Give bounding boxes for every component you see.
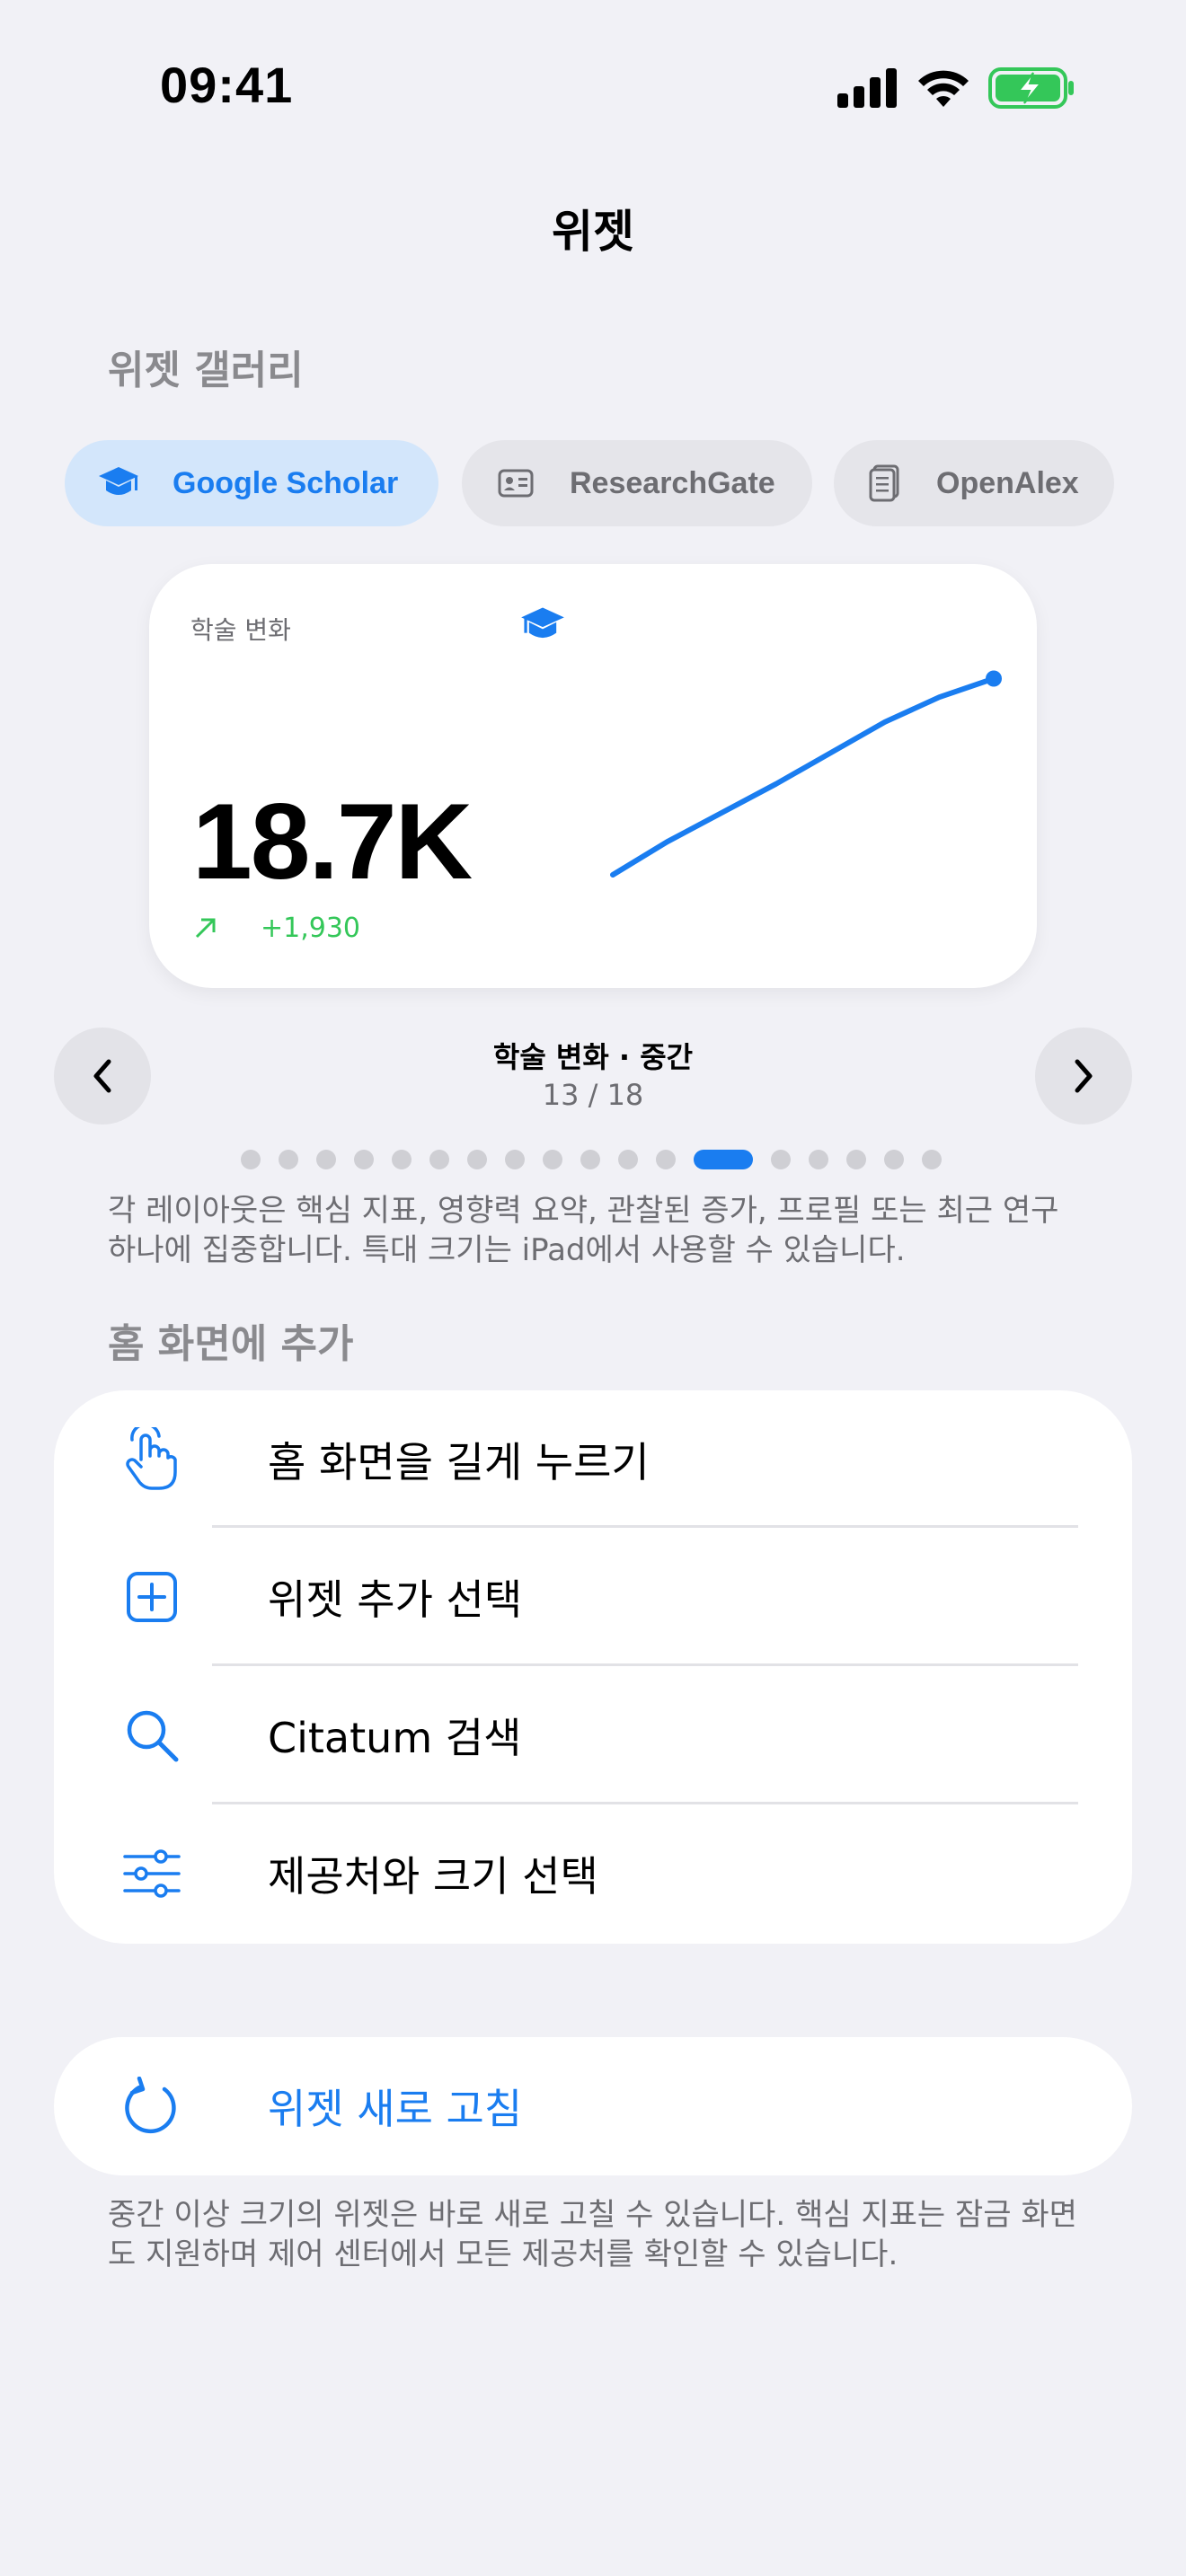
page-dot[interactable]: [279, 1150, 298, 1169]
page-indicator[interactable]: [241, 1150, 942, 1169]
hand-tap-icon: [111, 1427, 192, 1492]
page-dot[interactable]: [809, 1150, 828, 1169]
layout-title: 학술 변화 · 중간: [492, 1040, 694, 1074]
page-dot[interactable]: [771, 1150, 791, 1169]
step-label: 위젯 추가 선택: [268, 1575, 523, 1624]
graduation-cap-icon: [519, 604, 566, 650]
document-icon: [863, 462, 906, 505]
search-icon: [111, 1707, 192, 1763]
status-time: 09:41: [160, 57, 294, 113]
page-dot[interactable]: [922, 1150, 942, 1169]
widget-label: 학술 변화: [190, 615, 291, 645]
step-long-press: 홈 화면을 길게 누르기: [54, 1390, 1132, 1529]
step-choose-provider: 제공처와 크기 선택: [54, 1804, 1132, 1943]
layout-count: 13 / 18: [542, 1078, 644, 1112]
trend-endpoint: [986, 670, 1002, 687]
refresh-label: 위젯 새로 고침: [268, 2085, 523, 2133]
page-dot-active[interactable]: [694, 1150, 753, 1169]
step-search: Citatum 검색: [54, 1666, 1132, 1804]
refresh-icon: [111, 2077, 192, 2136]
step-label: 홈 화면을 길게 누르기: [268, 1438, 650, 1486]
refresh-widgets-button[interactable]: 위젯 새로 고침: [54, 2037, 1132, 2175]
provider-chip-label: OpenAlex: [936, 465, 1079, 500]
step-label: 제공처와 크기 선택: [268, 1852, 598, 1901]
refresh-footnote: 중간 이상 크기의 위젯은 바로 새로 고칠 수 있습니다. 핵심 지표는 잠금…: [108, 2197, 1077, 2272]
page-title: 위젯: [552, 206, 634, 258]
trend-line: [610, 675, 996, 878]
widget-delta: +1,930: [261, 913, 361, 944]
cellular-signal-icon: [837, 68, 897, 108]
page-dot[interactable]: [505, 1150, 525, 1169]
plus-square-icon: [111, 1570, 192, 1624]
provider-chip-openalex[interactable]: OpenAlex: [834, 440, 1114, 526]
page-dot[interactable]: [316, 1150, 336, 1169]
graduation-cap-icon: [97, 462, 140, 505]
provider-chip-label: Google Scholar: [173, 465, 399, 500]
arrow-up-right-icon: [192, 914, 219, 945]
provider-chip-label: ResearchGate: [570, 465, 775, 500]
page-dot[interactable]: [846, 1150, 866, 1169]
page-dot[interactable]: [429, 1150, 449, 1169]
chevron-right-icon: [1075, 1059, 1093, 1093]
add-to-home-header: 홈 화면에 추가: [108, 1321, 354, 1367]
widget-value: 18.7K: [192, 781, 473, 902]
page-dot[interactable]: [392, 1150, 412, 1169]
page-dot[interactable]: [354, 1150, 374, 1169]
wifi-icon: [918, 70, 969, 107]
page-dot[interactable]: [618, 1150, 638, 1169]
page-dot[interactable]: [580, 1150, 600, 1169]
id-card-icon: [494, 462, 537, 505]
gallery-footnote: 각 레이아웃은 핵심 지표, 영향력 요약, 관찰된 증가, 프로필 또는 최근…: [108, 1193, 1059, 1268]
battery-charging-icon: [988, 67, 1074, 109]
gallery-header: 위젯 갤러리: [108, 348, 304, 393]
provider-chip-google-scholar[interactable]: Google Scholar: [65, 440, 438, 526]
widget-trend-chart: [610, 670, 1002, 878]
step-add-widget: 위젯 추가 선택: [54, 1528, 1132, 1666]
page-dot[interactable]: [543, 1150, 562, 1169]
provider-chip-researchgate[interactable]: ResearchGate: [462, 440, 812, 526]
page-dot[interactable]: [241, 1150, 261, 1169]
page-dot[interactable]: [884, 1150, 904, 1169]
next-layout-button[interactable]: [1035, 1028, 1132, 1125]
step-label: Citatum 검색: [268, 1714, 522, 1762]
status-icons: [836, 61, 1075, 115]
page-dot[interactable]: [467, 1150, 487, 1169]
sliders-icon: [111, 1849, 192, 1898]
page-dot[interactable]: [656, 1150, 676, 1169]
